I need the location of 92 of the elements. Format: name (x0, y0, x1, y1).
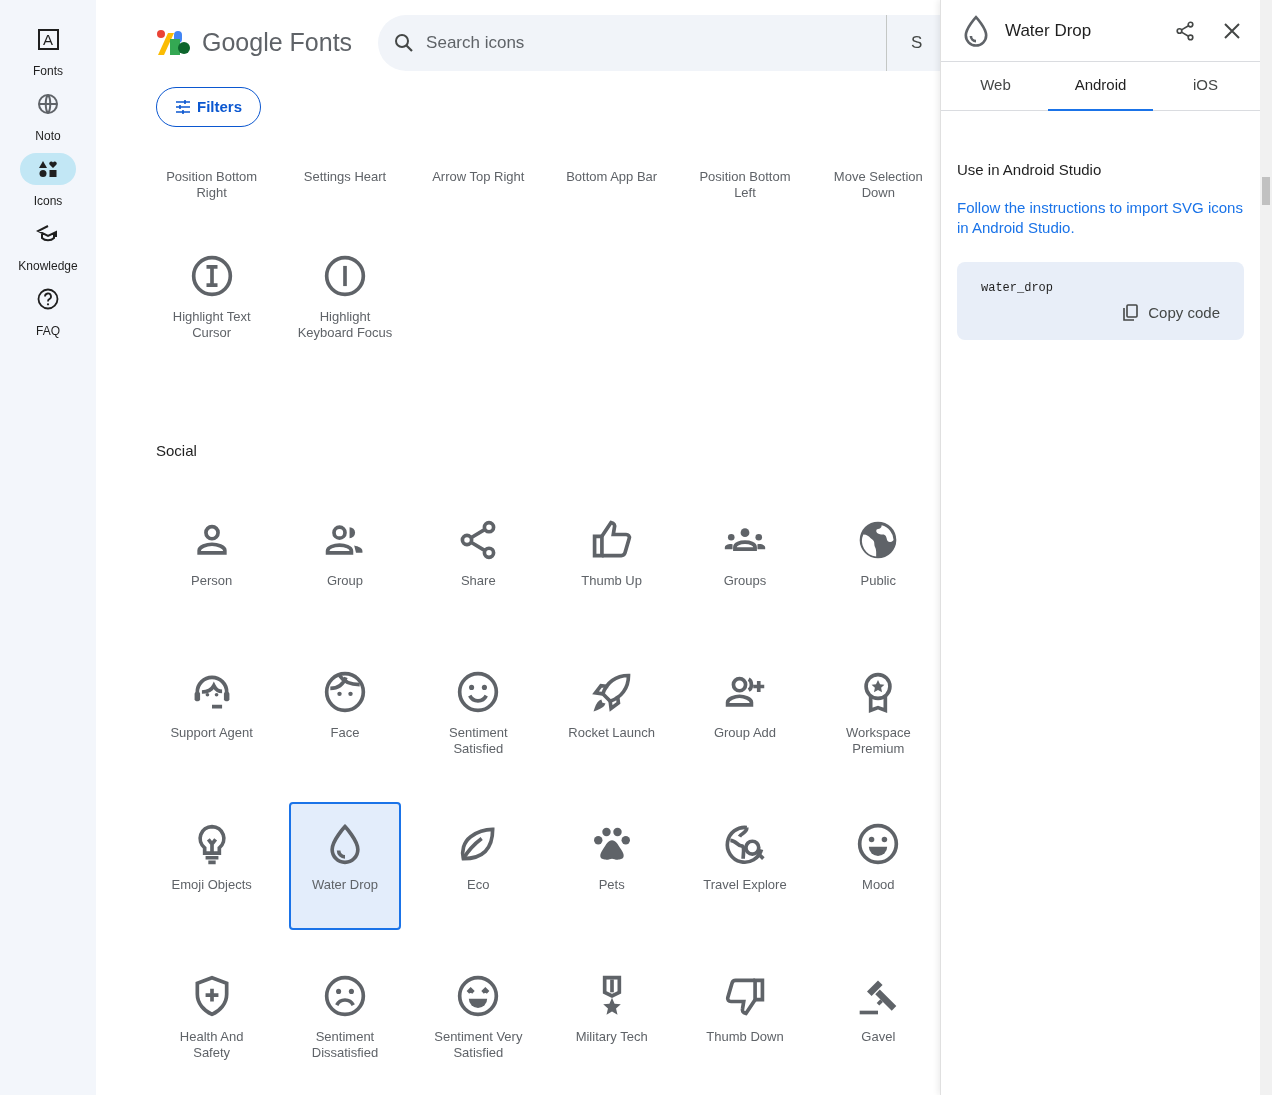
grinning-face-icon (856, 822, 901, 866)
text-cursor-icon (189, 254, 234, 298)
icon-label: Mood (861, 877, 896, 893)
icon-tile[interactable]: Health And Safety (155, 954, 268, 1082)
icon-tile[interactable]: Pets (555, 802, 668, 930)
nav-label[interactable]: Knowledge (18, 257, 78, 275)
font-icon: A (37, 28, 59, 50)
nav-label[interactable]: Fonts (33, 62, 63, 80)
icon-label: Pets (597, 877, 626, 893)
logo-text[interactable]: Google Fonts (202, 24, 353, 62)
platform-tab[interactable]: Web (943, 62, 1048, 111)
icon-label: Face (329, 725, 361, 741)
icon-label: Travel Explore (702, 877, 788, 893)
nav-label[interactable]: Icons (33, 192, 63, 210)
icon-label[interactable]: Settings Heart (293, 169, 397, 234)
code-text: water_drop (981, 279, 1053, 297)
sad-face-icon (323, 974, 367, 1018)
nav-label[interactable]: FAQ (36, 322, 60, 340)
search-field[interactable]: Search icons S (378, 15, 940, 71)
icon-label: Workspace Premium (844, 725, 912, 757)
platform-tab[interactable]: Android (1048, 62, 1153, 111)
icon-label: Thumb Down (705, 1029, 785, 1045)
icon-label: Public (859, 573, 897, 589)
icon-label: Sentiment Dissatisfied (310, 1029, 380, 1061)
icon-tile[interactable]: Highlight Text Cursor (155, 234, 268, 362)
tune-icon (175, 100, 191, 114)
icon-tile[interactable]: Thumb Down (689, 954, 801, 1082)
instructions-link[interactable]: Follow the instructions to import SVG icons in Android Studio. (957, 197, 1244, 238)
icon-label: Sentiment Very Satisfied (433, 1029, 524, 1061)
scrollbar[interactable] (1260, 0, 1272, 1095)
icon-tile[interactable]: Sentiment Dissatisfied (289, 954, 401, 1082)
copy-icon (1122, 303, 1139, 322)
icon-label: Share (459, 573, 497, 589)
nav-item[interactable]: A (20, 23, 76, 55)
laughing-face-icon (456, 974, 501, 1018)
icon-tile[interactable]: Military Tech (555, 954, 668, 1082)
section-heading: Use in Android Studio (957, 160, 1103, 180)
icon-label: Emoji Objects (170, 877, 253, 893)
icon-tile[interactable]: Sentiment Satisfied (422, 650, 535, 778)
icon-tile[interactable]: Eco (422, 802, 535, 930)
icon-label[interactable]: Arrow Top Right (426, 169, 531, 234)
nav-label[interactable]: Noto (35, 127, 61, 145)
icon-tile[interactable]: Person (155, 498, 268, 626)
icon-tile[interactable]: Water Drop (289, 802, 401, 930)
icon-label: Highlight Keyboard Focus (296, 309, 394, 341)
face-icon (323, 670, 367, 714)
icon-tile[interactable]: Share (422, 498, 535, 626)
icon-label[interactable]: Bottom App Bar (559, 169, 664, 234)
smiley-icon (456, 670, 501, 714)
globe-icon (36, 92, 60, 116)
icon-tile[interactable]: Highlight Keyboard Focus (289, 234, 401, 362)
icon-tile[interactable]: Workspace Premium (822, 650, 935, 778)
platform-tab[interactable]: iOS (1153, 62, 1258, 111)
icon-label: Group Add (712, 725, 778, 741)
icon-tile[interactable]: Gavel (822, 954, 935, 1082)
panel-title: Water Drop (1005, 19, 1093, 42)
icon-label: Military Tech (574, 1029, 649, 1045)
icon-tile[interactable]: Face (289, 650, 401, 778)
icon-tile[interactable]: Groups (689, 498, 801, 626)
nav-item[interactable] (20, 153, 76, 185)
icon-label: Water Drop (311, 877, 379, 893)
logo-icon (156, 29, 190, 57)
icon-tile[interactable]: Group Add (689, 650, 801, 778)
icon-label: Person (190, 573, 234, 589)
icon-tile[interactable]: Mood (822, 802, 935, 930)
help-icon (36, 287, 60, 311)
icon-tile[interactable]: Group (289, 498, 401, 626)
icon-label: Support Agent (169, 725, 254, 741)
icon-tile[interactable]: Sentiment Very Satisfied (422, 954, 535, 1082)
icon-label[interactable]: Move Selection Down (826, 169, 931, 234)
icon-label: Health And Safety (178, 1029, 245, 1061)
icon-label: Thumb Up (580, 573, 643, 589)
icon-tile[interactable]: Travel Explore (689, 802, 801, 930)
icon-label: Rocket Launch (567, 725, 656, 741)
icon-tile[interactable]: Emoji Objects (155, 802, 268, 930)
search-scope-text[interactable]: S (911, 30, 923, 56)
share-icon[interactable] (1174, 19, 1196, 42)
icon-label: Highlight Text Cursor (171, 309, 252, 341)
icon-label: Eco (466, 877, 491, 893)
close-icon[interactable] (1222, 20, 1242, 41)
icon-label: Sentiment Satisfied (448, 725, 509, 757)
icon-label: Gavel (860, 1029, 897, 1045)
icon-label[interactable]: Position Bottom Left (693, 169, 797, 234)
section-title: Social (156, 441, 198, 461)
icon-tile[interactable]: Rocket Launch (555, 650, 668, 778)
copy-code-button[interactable]: Copy code (1122, 301, 1220, 324)
icon-tile[interactable]: Thumb Up (555, 498, 668, 626)
icon-label: Groups (722, 573, 768, 589)
icon-tile[interactable]: Public (822, 498, 935, 626)
icon-tile[interactable]: Support Agent (155, 650, 268, 778)
icon-label: Group (325, 573, 365, 589)
icon-label[interactable]: Position Bottom Right (159, 169, 264, 234)
